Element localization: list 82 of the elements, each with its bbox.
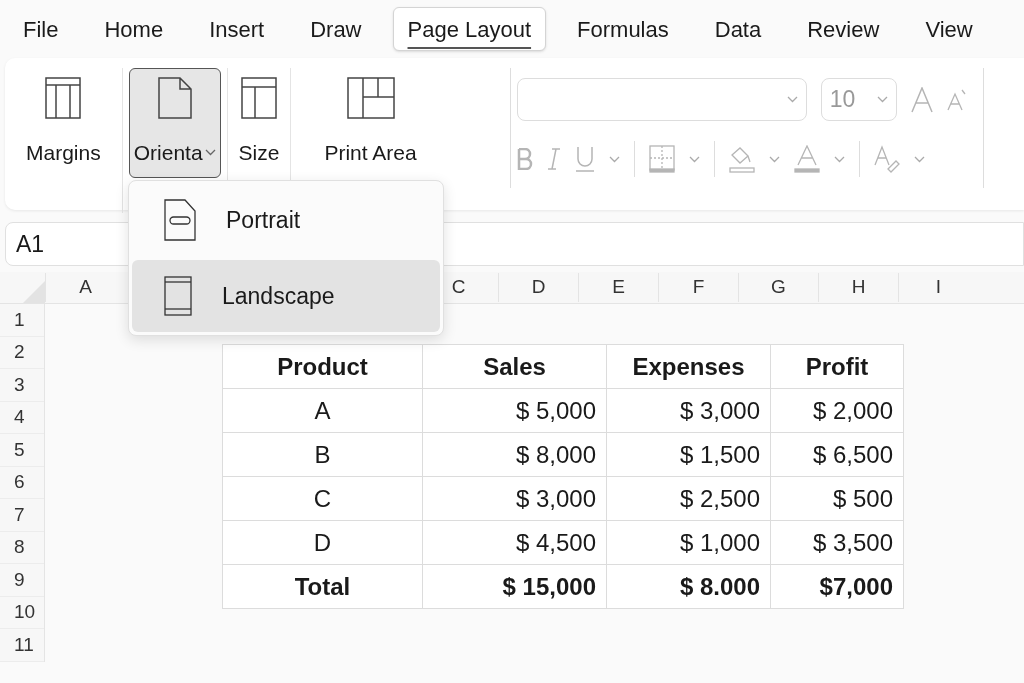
shrink-font-icon[interactable] [946, 88, 967, 111]
table-header-cell: Sales [422, 344, 607, 389]
row-header[interactable]: 7 [0, 499, 44, 532]
landscape-page-icon [164, 276, 192, 316]
table-cell: $ 2,500 [606, 476, 771, 521]
caret-icon [833, 155, 845, 163]
row-header[interactable]: 4 [0, 401, 44, 434]
table-header-cell: Expenses [606, 344, 771, 389]
table-cell: A [222, 388, 423, 433]
table-cell: $ 500 [770, 476, 904, 521]
row-header[interactable]: 2 [0, 336, 44, 369]
column-header[interactable]: E [578, 273, 658, 302]
column-header[interactable]: D [498, 273, 578, 302]
grow-font-icon[interactable] [910, 86, 933, 113]
clear-format-icon[interactable] [873, 145, 900, 173]
row-header[interactable]: 3 [0, 369, 44, 402]
row-header[interactable]: 1 [0, 304, 44, 337]
caret-icon [608, 155, 620, 163]
column-header[interactable]: H [818, 273, 898, 302]
menu-tab[interactable]: Draw [295, 7, 377, 51]
row-header[interactable]: 8 [0, 531, 44, 564]
caret-icon [786, 96, 798, 103]
table-cell: $ 8.000 [606, 564, 771, 609]
print-area-icon [346, 77, 395, 119]
table-cell: $ 15,000 [422, 564, 607, 609]
caret-icon [688, 155, 700, 163]
row-header[interactable]: 6 [0, 466, 44, 499]
table-cell: $ 3,000 [422, 476, 607, 521]
column-header[interactable]: A [45, 273, 125, 302]
font-color-icon[interactable] [793, 145, 820, 173]
column-header[interactable]: G [738, 273, 818, 302]
table-header-cell: Profit [770, 344, 904, 389]
table-cell: $7,000 [770, 564, 904, 609]
row-header[interactable]: 9 [0, 564, 44, 597]
table-cell: $ 5,000 [422, 388, 607, 433]
table-cell: Total [222, 564, 423, 609]
menu-tab[interactable]: View [910, 7, 988, 51]
table-cell: $ 1,500 [606, 432, 771, 477]
bold-icon[interactable] [516, 148, 533, 170]
menu-tab[interactable]: Review [792, 7, 895, 51]
size-icon [241, 77, 277, 119]
table-header-cell: Product [222, 344, 423, 389]
table-cell: B [222, 432, 423, 477]
name-box[interactable]: A1 [16, 226, 45, 262]
ribbon-button[interactable]: Print Area [297, 68, 444, 178]
ribbon-button[interactable]: Orienta [128, 68, 221, 178]
menu-tab[interactable]: Formulas [562, 7, 684, 51]
table-cell: $ 6,500 [770, 432, 904, 477]
ribbon-button[interactable]: Margins [11, 68, 116, 178]
caret-icon [876, 96, 888, 103]
table-cell: $ 1,000 [606, 520, 771, 565]
table-cell: C [222, 476, 423, 521]
table-cell: $ 8,000 [422, 432, 607, 477]
margins-icon [45, 77, 82, 119]
column-header[interactable]: F [658, 273, 738, 302]
menu-tab[interactable]: Page Layout [392, 7, 547, 51]
caret-icon [768, 155, 780, 163]
table-cell: D [222, 520, 423, 565]
menu-tab[interactable]: File [8, 7, 74, 51]
table-cell: $ 3,500 [770, 520, 904, 565]
caret-icon [204, 149, 216, 157]
font-name-field[interactable] [516, 78, 807, 121]
ribbon-button[interactable]: Size [233, 68, 285, 178]
column-header[interactable]: I [898, 273, 978, 302]
italic-icon[interactable] [546, 148, 561, 170]
menu-item[interactable]: Landscape [132, 260, 440, 332]
table-cell: $ 4,500 [422, 520, 607, 565]
portrait-page-icon [164, 199, 196, 241]
underline-icon[interactable] [574, 146, 595, 172]
menu-tab[interactable]: Home [89, 7, 179, 51]
row-header[interactable]: 10 [0, 596, 44, 629]
page-icon [157, 77, 192, 119]
menu-item[interactable]: Portrait [132, 184, 440, 256]
row-header[interactable]: 11 [0, 629, 44, 662]
borders-icon[interactable] [648, 145, 675, 173]
caret-icon [913, 155, 925, 163]
menu-tab[interactable]: Data [699, 7, 777, 51]
table-cell: $ 3,000 [606, 388, 771, 433]
table-cell: $ 2,000 [770, 388, 904, 433]
fill-color-icon[interactable] [728, 145, 755, 173]
row-header[interactable]: 5 [0, 434, 44, 467]
menu-tab[interactable]: Insert [194, 7, 280, 51]
